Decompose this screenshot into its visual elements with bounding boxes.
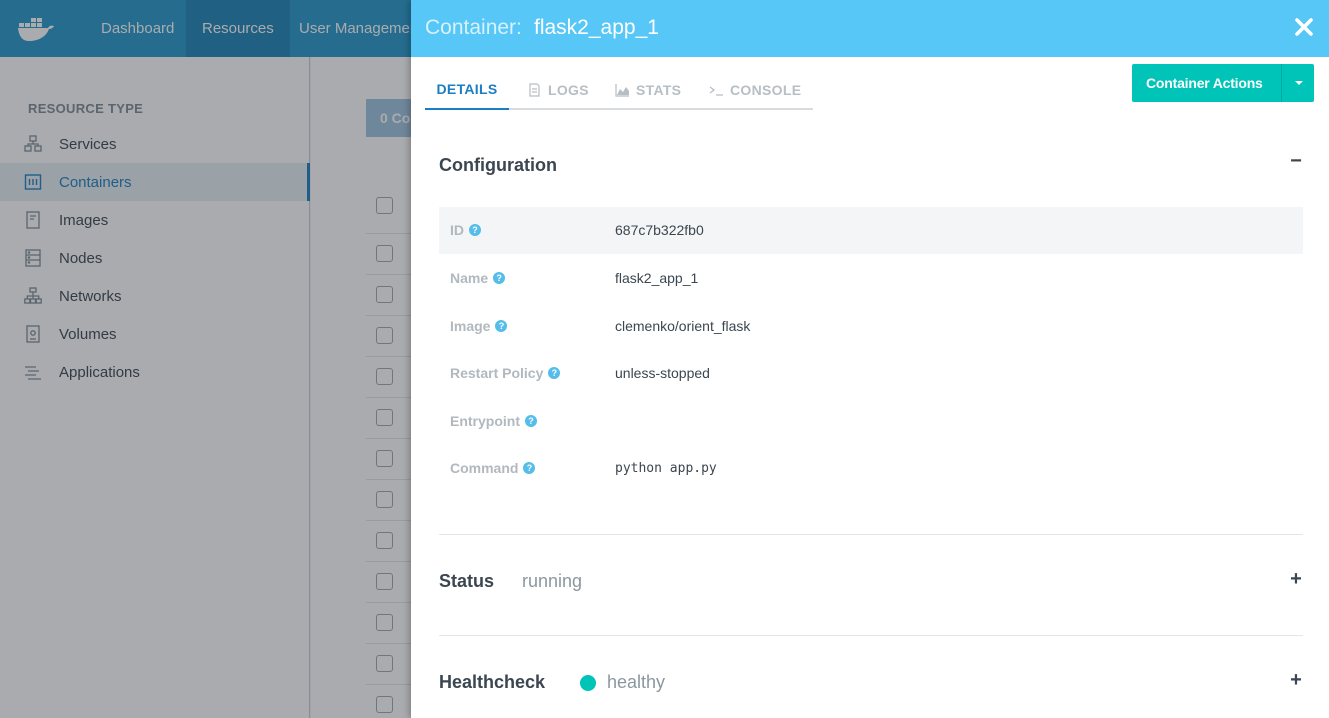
config-label-text: Image: [450, 318, 491, 334]
config-row-restart-policy: Restart Policy? unless-stopped: [439, 350, 1303, 397]
config-value: unless-stopped: [615, 365, 710, 381]
container-actions-label: Container Actions: [1146, 75, 1263, 91]
config-row-entrypoint: Entrypoint?: [439, 398, 1303, 445]
config-label: Restart Policy?: [450, 365, 561, 381]
container-detail-drawer: Container: flask2_app_1 DETAILS LOGS STA…: [411, 0, 1329, 718]
tab-label: LOGS: [548, 82, 589, 98]
tab-label: DETAILS: [436, 81, 498, 97]
help-icon[interactable]: ?: [525, 415, 537, 427]
chevron-down-icon[interactable]: [1281, 64, 1314, 102]
tab-stats[interactable]: STATS: [615, 70, 681, 110]
config-value: flask2_app_1: [615, 270, 699, 286]
document-icon: [527, 83, 542, 97]
health-status-dot: [580, 675, 596, 691]
help-icon[interactable]: ?: [548, 367, 561, 379]
tab-console[interactable]: CONSOLE: [709, 70, 801, 110]
config-row-image: Image? clemenko/orient_flask: [439, 303, 1303, 350]
tab-label: CONSOLE: [730, 82, 802, 98]
help-icon[interactable]: ?: [493, 272, 506, 284]
section-divider: [439, 635, 1303, 636]
terminal-icon: [709, 83, 724, 97]
config-row-name: Name? flask2_app_1: [439, 255, 1303, 302]
config-label: Image?: [450, 318, 508, 334]
config-label-text: Command: [450, 460, 519, 476]
config-label: Command?: [450, 460, 536, 476]
config-label: ID?: [450, 222, 481, 238]
expand-toggle[interactable]: +: [1289, 568, 1303, 591]
config-label: Entrypoint?: [450, 413, 537, 429]
config-label-text: ID: [450, 222, 464, 238]
config-label-text: Entrypoint: [450, 413, 520, 429]
detail-tabs: DETAILS LOGS STATS CONSOLE: [425, 70, 813, 110]
tab-logs[interactable]: LOGS: [527, 70, 589, 110]
help-icon[interactable]: ?: [469, 224, 481, 236]
drawer-header: Container: flask2_app_1: [411, 0, 1329, 57]
help-icon[interactable]: ?: [523, 462, 536, 474]
section-divider: [439, 534, 1303, 535]
healthcheck-value: healthy: [607, 672, 666, 692]
config-row-id: ID? 687c7b322fb0: [439, 207, 1303, 254]
area-chart-icon: [615, 83, 630, 97]
drawer-title: flask2_app_1: [534, 16, 659, 39]
drawer-title-prefix: Container:: [425, 16, 522, 39]
configuration-title: Configuration: [439, 155, 557, 175]
config-value: python app.py: [615, 461, 717, 476]
healthcheck-title: Healthcheck: [439, 672, 546, 692]
config-label-text: Name: [450, 270, 489, 286]
help-icon[interactable]: ?: [495, 320, 508, 332]
tab-label: STATS: [636, 82, 682, 98]
config-value: 687c7b322fb0: [615, 222, 704, 238]
expand-toggle[interactable]: +: [1289, 669, 1303, 692]
status-title: Status: [439, 571, 495, 591]
config-row-command: Command? python app.py: [439, 445, 1303, 492]
config-label: Name?: [450, 270, 506, 286]
config-value: clemenko/orient_flask: [615, 318, 751, 334]
close-icon[interactable]: [1295, 18, 1313, 36]
collapse-toggle[interactable]: −: [1289, 150, 1303, 173]
status-value: running: [522, 571, 583, 591]
tab-details[interactable]: DETAILS: [425, 70, 509, 110]
container-actions-button[interactable]: Container Actions: [1132, 64, 1314, 102]
config-label-text: Restart Policy: [450, 365, 544, 381]
